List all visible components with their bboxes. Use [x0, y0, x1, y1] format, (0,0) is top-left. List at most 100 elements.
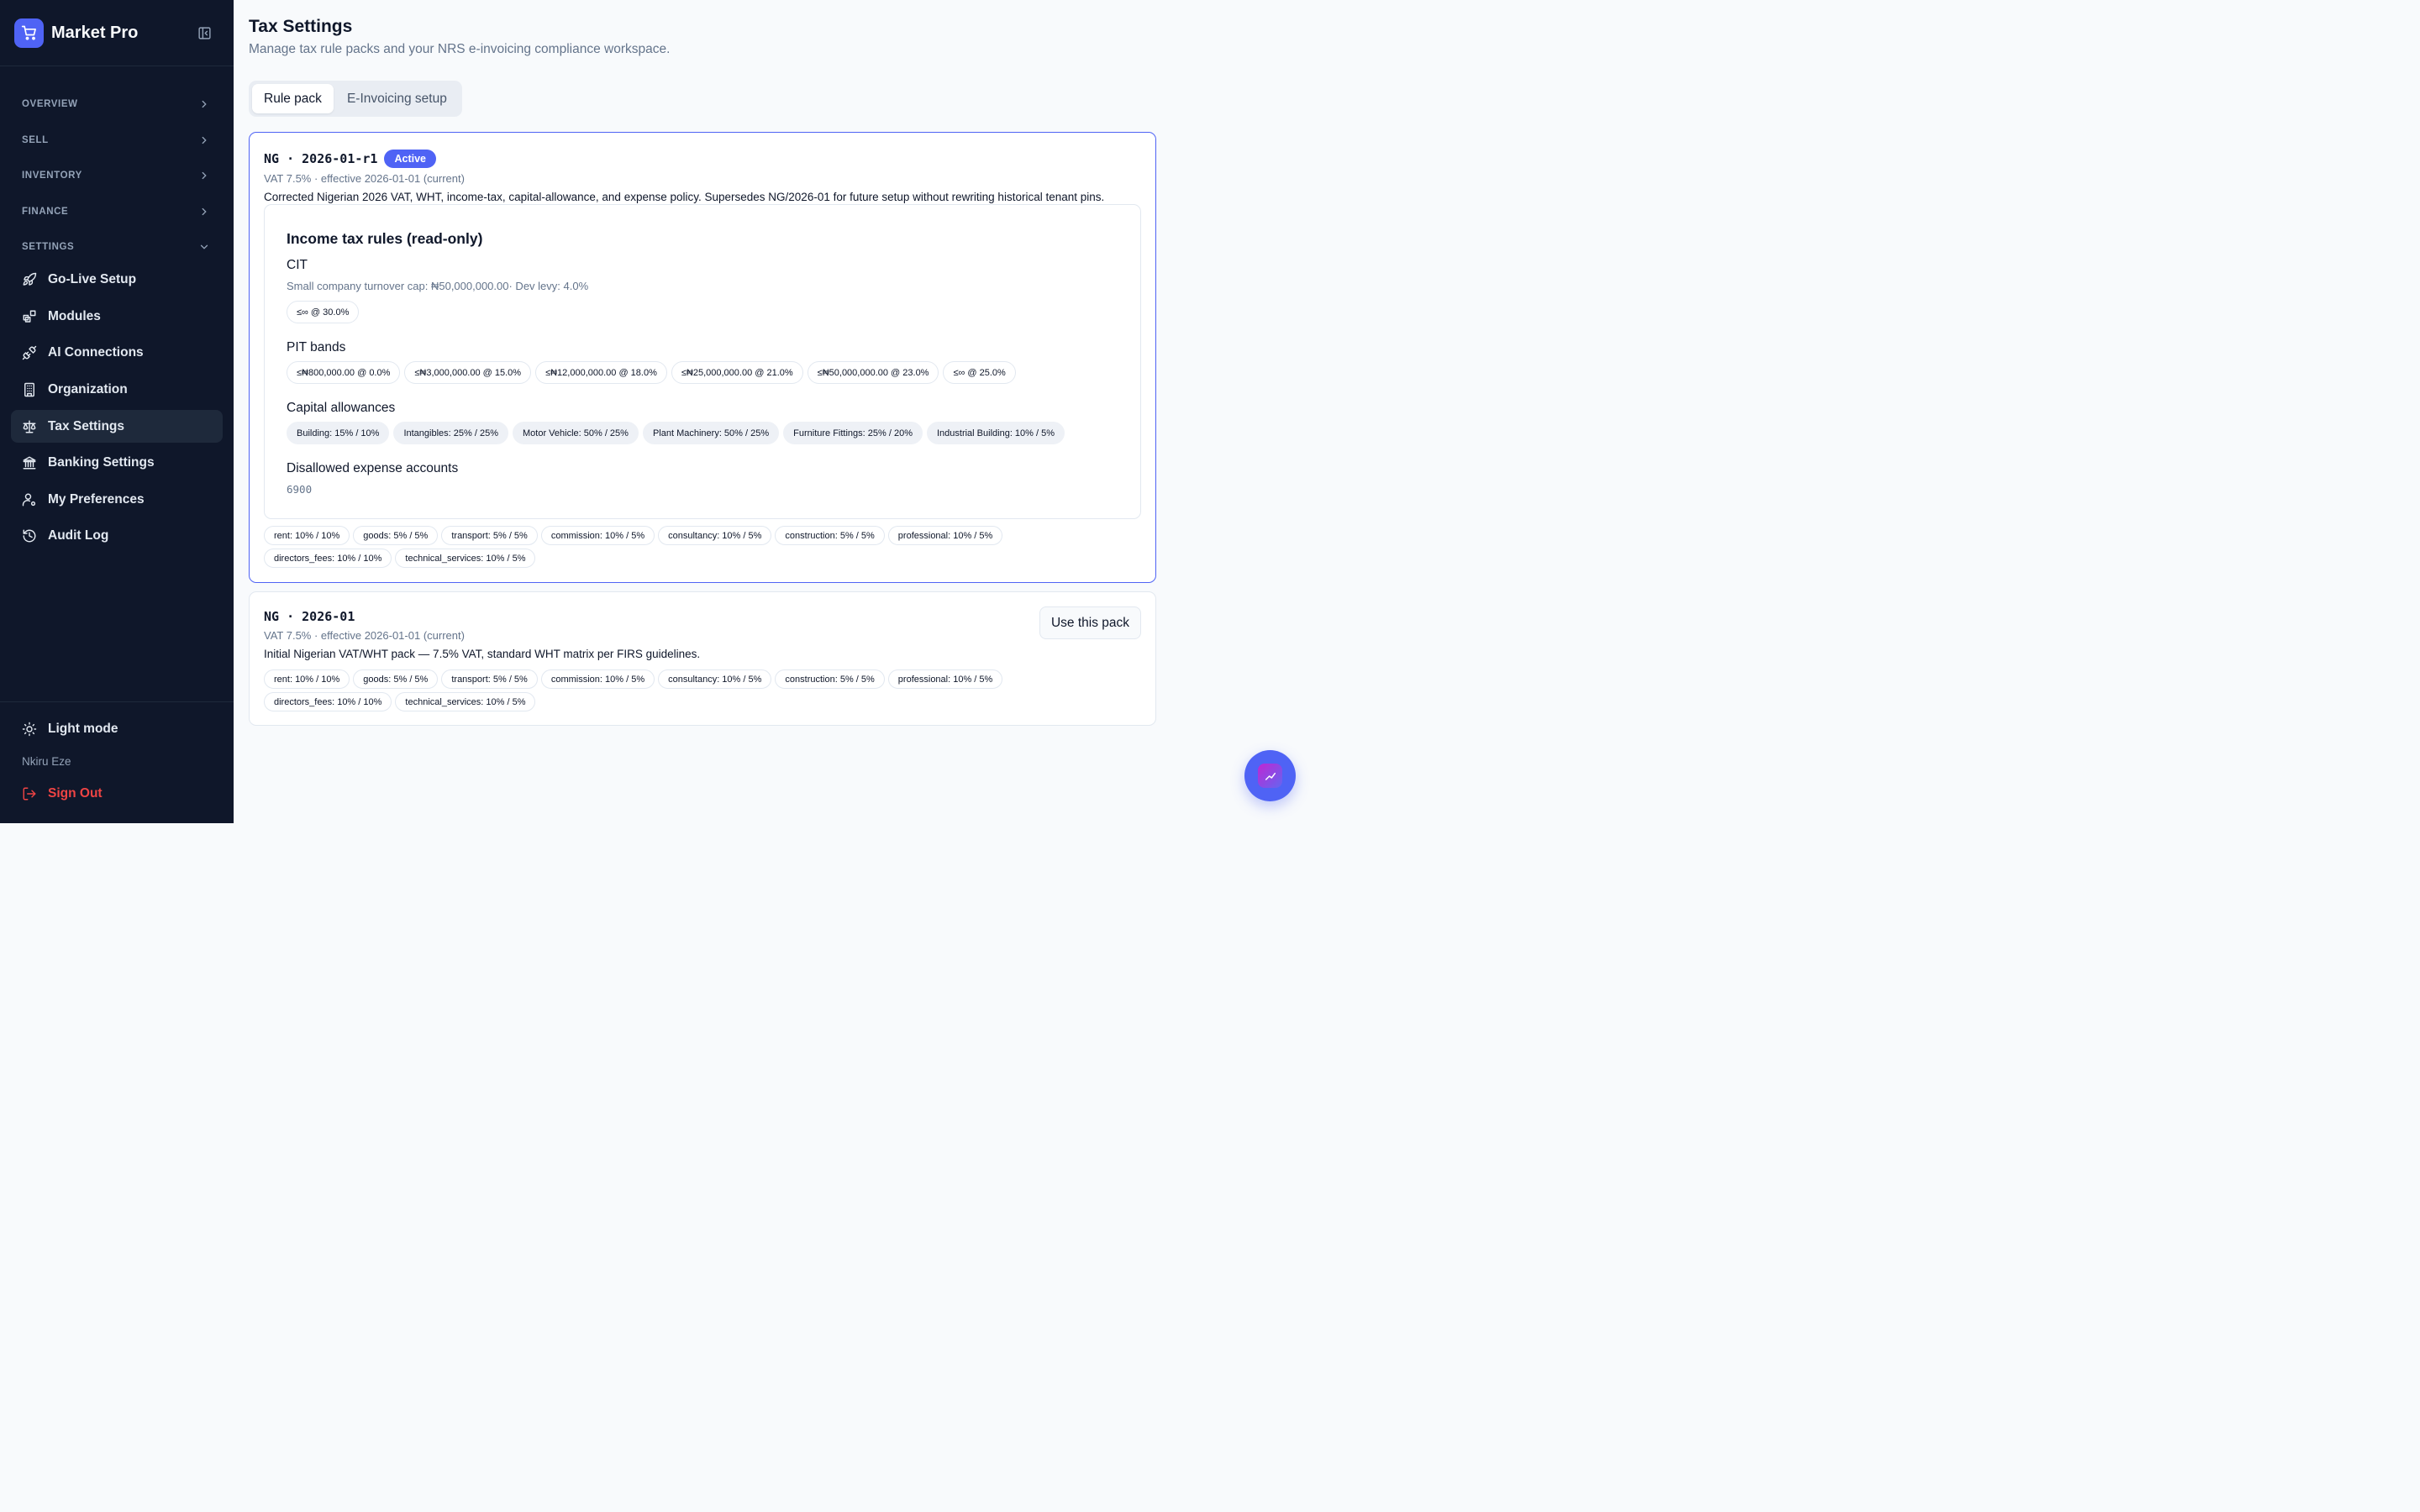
sidebar-footer: Light mode Nkiru Eze Sign Out — [0, 701, 234, 823]
pack-meta: VAT 7.5% · effective 2026-01-01 (current… — [264, 629, 465, 642]
pack-description: Corrected Nigerian 2026 VAT, WHT, income… — [264, 191, 1105, 203]
tab-rule-pack[interactable]: Rule pack — [252, 84, 334, 113]
plug-icon — [22, 345, 37, 360]
wht-chip: consultancy: 10% / 5% — [658, 669, 772, 689]
cit-bands: ≤∞ @ 30.0% — [287, 301, 360, 323]
sidebar-item-ai-connections[interactable]: AI Connections — [11, 336, 223, 369]
cart-icon — [14, 18, 44, 48]
capital-allowance-chip: Building: 15% / 10% — [287, 422, 390, 444]
chevron-right-icon — [202, 100, 207, 108]
nav-section-overview[interactable]: OVERVIEW — [22, 96, 210, 113]
capital-allowance-chip: Motor Vehicle: 50% / 25% — [512, 422, 639, 444]
sidebar: Market Pro OVERVIEW SELL INVENTORY FINAN… — [0, 0, 234, 823]
wht-chip: rent: 10% / 10% — [264, 526, 350, 545]
sidebar-item-organization[interactable]: Organization — [11, 373, 223, 406]
nav-section-inventory[interactable]: INVENTORY — [22, 167, 210, 184]
sidebar-item-banking-settings[interactable]: Banking Settings — [11, 446, 223, 479]
app-name: Market Pro — [51, 23, 139, 42]
wht-chip: directors_fees: 10% / 10% — [264, 692, 392, 711]
modules-icon — [22, 309, 37, 324]
wht-chip: consultancy: 10% / 5% — [658, 526, 772, 545]
pack-header: NG · 2026-01-r1 Active — [264, 150, 436, 168]
nav-section-label: SELL — [22, 135, 49, 145]
sidebar-item-modules[interactable]: Modules — [11, 300, 223, 333]
wht-chip: goods: 5% / 5% — [353, 526, 439, 545]
nav-section-label: OVERVIEW — [22, 99, 78, 109]
page-title: Tax Settings — [249, 17, 353, 36]
pack-header: NG · 2026-01 — [264, 609, 355, 624]
theme-toggle-label: Light mode — [48, 722, 118, 736]
nav-section-finance[interactable]: FINANCE — [22, 203, 210, 220]
rocket-icon — [22, 272, 37, 287]
wht-rates-row: directors_fees: 10% / 10% technical_serv… — [264, 549, 536, 568]
page-subtitle: Manage tax rule packs and your NRS e-inv… — [249, 42, 671, 56]
sidebar-collapse-icon[interactable] — [196, 24, 213, 41]
cit-heading: CIT — [287, 258, 308, 272]
disallowed-account-value: 6900 — [287, 483, 313, 496]
pit-band-chip: ≤₦3,000,000.00 @ 15.0% — [404, 361, 532, 384]
nav-section-sell[interactable]: SELL — [22, 132, 210, 149]
pit-band-chip: ≤₦50,000,000.00 @ 23.0% — [807, 361, 939, 384]
sidebar-item-my-preferences[interactable]: My Preferences — [11, 483, 223, 516]
wht-chip: professional: 10% / 5% — [887, 669, 1003, 689]
pack-card: NG · 2026-01 VAT 7.5% · effective 2026-0… — [249, 591, 1156, 726]
capital-allowance-chip: Industrial Building: 10% / 5% — [926, 422, 1065, 444]
sign-out-label: Sign Out — [48, 786, 103, 801]
pack-code: NG · 2026-01 — [264, 609, 355, 624]
user-name: Nkiru Eze — [22, 755, 71, 768]
wht-chip: commission: 10% / 5% — [540, 669, 655, 689]
wht-chip: transport: 5% / 5% — [441, 669, 538, 689]
pack-card-active: NG · 2026-01-r1 Active VAT 7.5% · effect… — [249, 132, 1156, 583]
wht-chip: goods: 5% / 5% — [353, 669, 439, 689]
sidebar-item-label: Modules — [48, 308, 101, 323]
pit-heading: PIT bands — [287, 340, 346, 354]
chevron-down-icon — [200, 244, 208, 249]
theme-toggle[interactable]: Light mode — [22, 722, 118, 737]
sidebar-item-go-live-setup[interactable]: Go-Live Setup — [11, 263, 223, 296]
nav-section-settings[interactable]: SETTINGS — [22, 239, 210, 255]
sidebar-item-label: Organization — [48, 381, 128, 396]
capital-allowances-list: Building: 15% / 10% Intangibles: 25% / 2… — [287, 422, 1065, 444]
scale-icon — [22, 419, 37, 434]
tab-e-invoicing-setup[interactable]: E-Invoicing setup — [335, 84, 459, 113]
wht-chip: technical_services: 10% / 5% — [395, 692, 536, 711]
sidebar-item-label: My Preferences — [48, 491, 145, 507]
sidebar-item-tax-settings[interactable]: Tax Settings — [11, 410, 223, 443]
trend-icon — [1258, 764, 1282, 788]
sidebar-item-audit-log[interactable]: Audit Log — [11, 519, 223, 552]
wht-chip: transport: 5% / 5% — [441, 526, 538, 545]
status-badge: Active — [384, 150, 436, 168]
wht-chip: commission: 10% / 5% — [540, 526, 655, 545]
capital-allowance-chip: Intangibles: 25% / 25% — [393, 422, 508, 444]
sign-out-button[interactable]: Sign Out — [22, 786, 103, 801]
chevron-right-icon — [202, 136, 207, 144]
capital-allowance-chip: Plant Machinery: 50% / 25% — [642, 422, 780, 444]
sidebar-item-label: Tax Settings — [48, 418, 125, 433]
user-settings-icon — [22, 492, 37, 507]
pit-band-chip: ≤∞ @ 25.0% — [943, 361, 1016, 384]
history-icon — [22, 528, 37, 543]
pit-band-chip: ≤₦800,000.00 @ 0.0% — [287, 361, 401, 384]
capital-allowance-chip: Furniture Fittings: 25% / 20% — [783, 422, 923, 444]
use-this-pack-button[interactable]: Use this pack — [1039, 606, 1141, 639]
sidebar-item-label: AI Connections — [48, 344, 144, 360]
bank-icon — [22, 455, 37, 470]
wht-rates-row: rent: 10% / 10% goods: 5% / 5% transport… — [264, 526, 1003, 545]
tab-list: Rule pack E-Invoicing setup — [249, 81, 462, 117]
wht-rates-row: directors_fees: 10% / 10% technical_serv… — [264, 692, 536, 711]
sidebar-item-label: Banking Settings — [48, 454, 155, 470]
disallowed-heading: Disallowed expense accounts — [287, 461, 459, 475]
pit-band-chip: ≤₦12,000,000.00 @ 18.0% — [535, 361, 667, 384]
main-content: Tax Settings Manage tax rule packs and y… — [234, 0, 1318, 823]
income-tax-panel: Income tax rules (read-only) CIT Small c… — [264, 204, 1141, 519]
nav-section-label: SETTINGS — [22, 242, 75, 252]
sun-icon — [22, 722, 37, 737]
wht-chip: professional: 10% / 5% — [887, 526, 1003, 545]
cit-meta: Small company turnover cap: ₦50,000,000.… — [287, 280, 589, 292]
pack-code: NG · 2026-01-r1 — [264, 151, 378, 166]
assistant-fab-button[interactable] — [1244, 750, 1296, 801]
nav-section-label: FINANCE — [22, 207, 69, 217]
wht-chip: construction: 5% / 5% — [775, 526, 885, 545]
log-out-icon — [22, 786, 37, 801]
brand: Market Pro — [0, 0, 234, 66]
